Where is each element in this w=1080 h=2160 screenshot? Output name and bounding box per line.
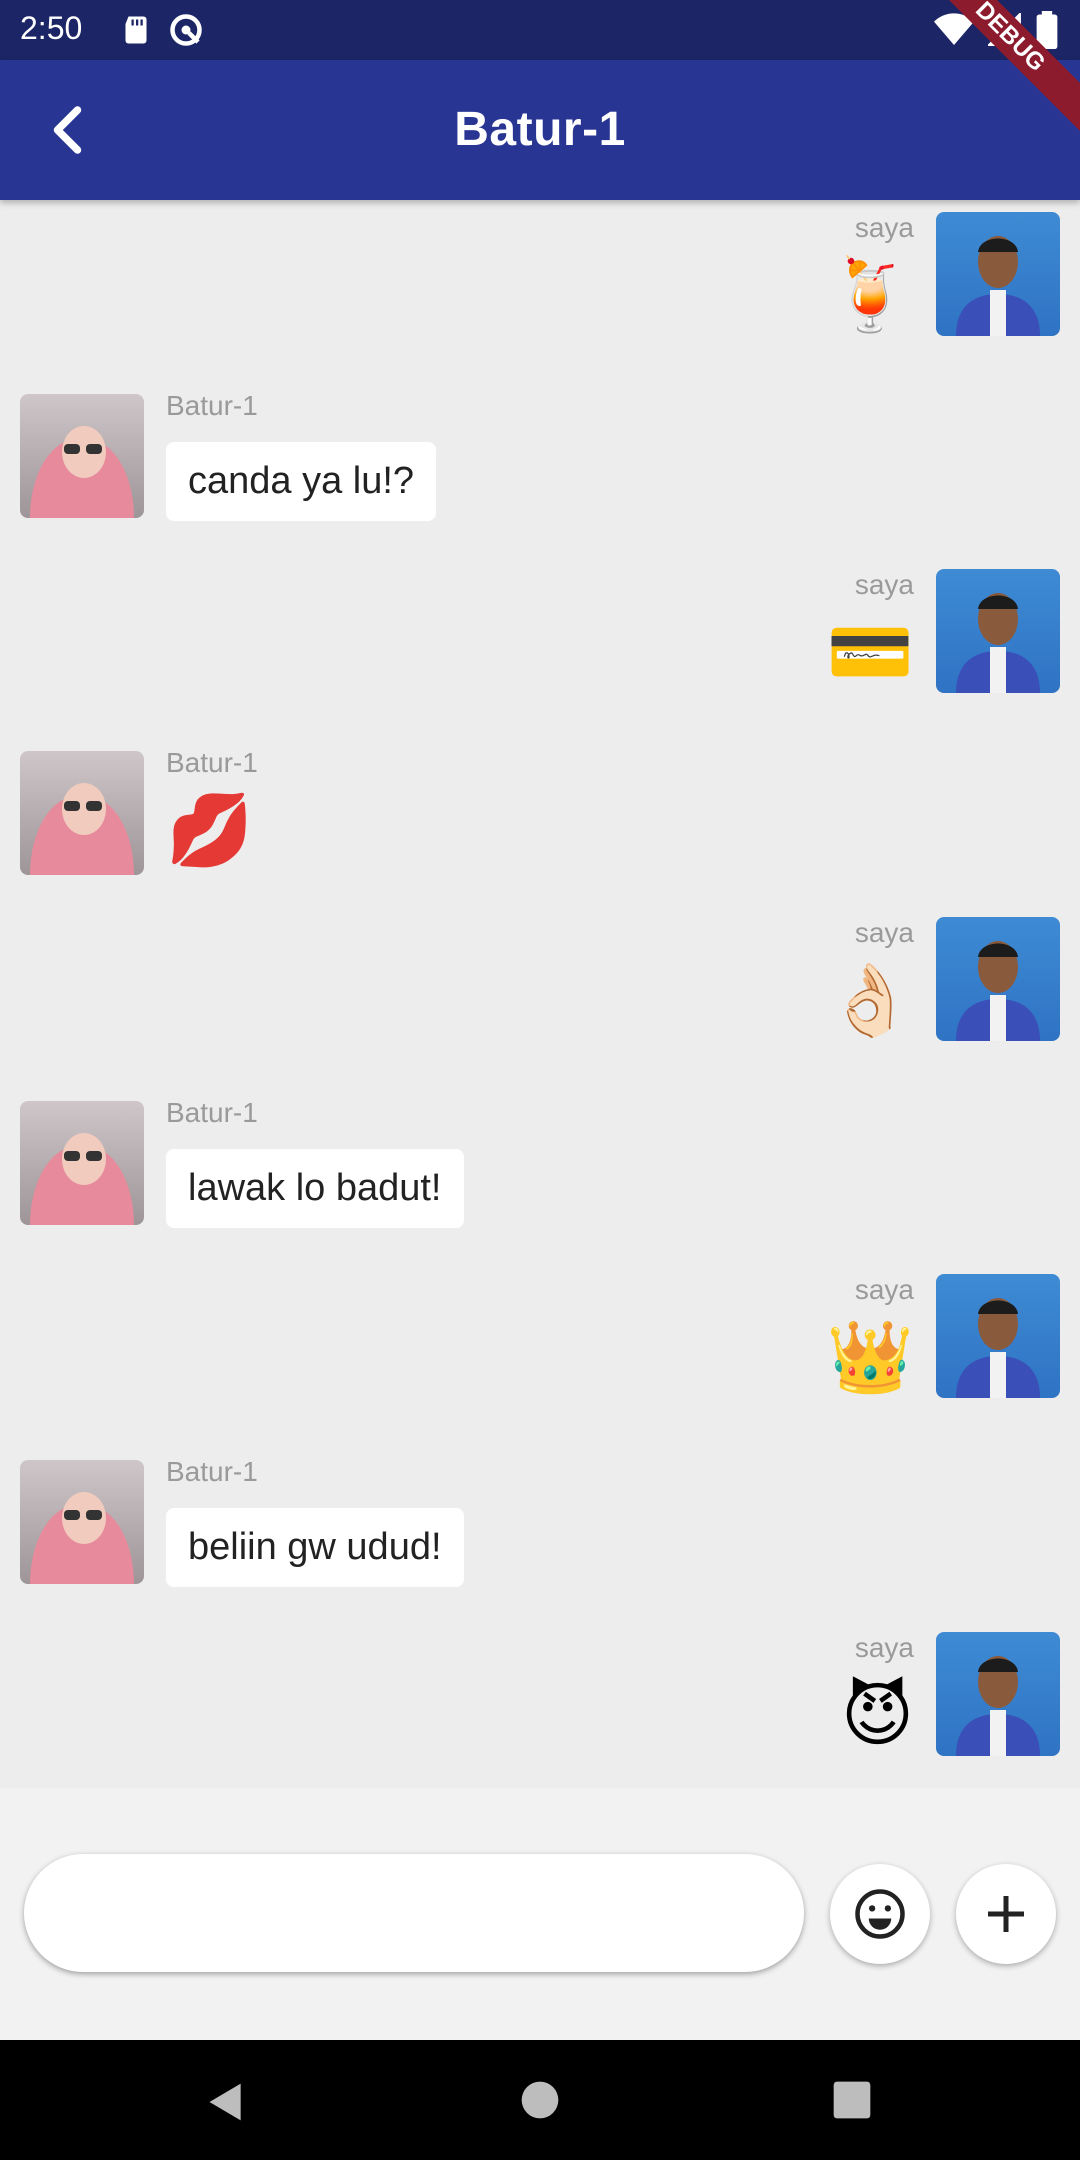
emoji-message[interactable]: 👌🏻 (827, 965, 914, 1035)
sd-card-icon (125, 16, 147, 44)
avatar[interactable] (936, 917, 1060, 1041)
status-time: 2:50 (20, 10, 83, 46)
sender-name: saya (854, 1632, 914, 1663)
add-button[interactable] (956, 1864, 1056, 1964)
debug-banner: DEBUG (930, 0, 1080, 150)
avatar[interactable] (20, 751, 144, 875)
message-bubble[interactable]: canda ya lu!? (166, 442, 437, 521)
sender-name: saya (854, 1274, 914, 1305)
app-bar: Batur-1 (0, 60, 1080, 200)
avatar[interactable] (20, 394, 144, 518)
message-input[interactable] (24, 1854, 804, 1972)
emoji-message[interactable]: 😈 (841, 1680, 914, 1750)
chat-title: Batur-1 (454, 103, 626, 156)
avatar[interactable] (936, 1632, 1060, 1756)
triangle-back-icon[interactable] (204, 2080, 248, 2124)
sender-name: Batur-1 (166, 747, 258, 778)
sender-name: Batur-1 (166, 1456, 258, 1487)
sender-name: saya (854, 569, 914, 600)
sender-name: Batur-1 (166, 1097, 258, 1128)
message-bubble[interactable]: beliin gw udud! (166, 1508, 464, 1587)
emoji-message[interactable]: 🍹 (827, 260, 914, 330)
sender-name: saya (854, 212, 914, 243)
avatar[interactable] (20, 1101, 144, 1225)
emoji-button[interactable] (830, 1864, 930, 1964)
avatar[interactable] (936, 1274, 1060, 1398)
emoji-message[interactable]: 👑 (827, 1322, 914, 1392)
sender-name: Batur-1 (166, 390, 258, 421)
message-bubble[interactable]: lawak lo badut! (166, 1149, 464, 1228)
square-recent-icon[interactable] (832, 2080, 872, 2120)
avatar[interactable] (936, 212, 1060, 336)
sender-name: saya (854, 917, 914, 948)
avatar[interactable] (936, 569, 1060, 693)
avatar[interactable] (20, 1460, 144, 1584)
debug-label: DEBUG (930, 0, 1080, 141)
composer (0, 1788, 1080, 2040)
status-bar: 2:50 (0, 0, 1080, 60)
sync-icon (170, 14, 202, 46)
emoji-message[interactable]: 💋 (166, 795, 253, 865)
smiley-icon (855, 1889, 905, 1939)
plus-icon (988, 1896, 1024, 1932)
circle-home-icon[interactable] (520, 2080, 560, 2120)
system-nav-bar (0, 2040, 1080, 2160)
emoji-message[interactable]: 💳 (827, 617, 914, 687)
